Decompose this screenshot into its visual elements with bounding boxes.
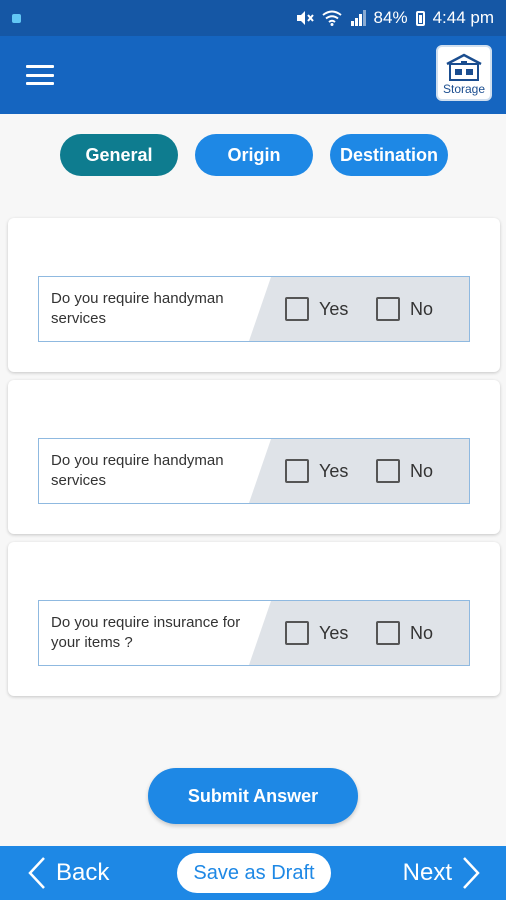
yes-checkbox[interactable] — [285, 459, 309, 483]
notification-icon — [12, 13, 21, 23]
yes-label: Yes — [319, 622, 349, 643]
answer-zone — [249, 439, 469, 503]
question-row: Do you require insurance for your items … — [38, 600, 470, 666]
storage-button[interactable]: Storage — [436, 45, 492, 101]
yes-option[interactable]: Yes — [285, 621, 348, 645]
mute-icon — [296, 11, 314, 25]
save-draft-button[interactable]: Save as Draft — [177, 853, 331, 893]
menu-icon[interactable] — [26, 65, 54, 85]
question-card: Do you require handyman services Yes No — [8, 218, 500, 372]
bottom-bar: Back Save as Draft Next — [0, 846, 506, 900]
answer-zone — [249, 601, 469, 665]
next-button[interactable]: Next — [403, 856, 480, 890]
storage-label: Storage — [442, 82, 486, 96]
chevron-right-icon — [463, 857, 480, 889]
yes-option[interactable]: Yes — [285, 459, 348, 483]
next-label: Next — [402, 859, 452, 886]
answer-zone — [249, 277, 469, 341]
tab-destination[interactable]: Destination — [330, 134, 448, 176]
question-row: Do you require handyman services Yes No — [38, 438, 470, 504]
question-card: Do you require handyman services Yes No — [8, 380, 500, 534]
no-option[interactable]: No — [376, 621, 433, 645]
question-text: Do you require handyman services — [51, 290, 224, 327]
question-row: Do you require handyman services Yes No — [38, 276, 470, 342]
submit-answer-button[interactable]: Submit Answer — [148, 768, 358, 824]
no-label: No — [410, 298, 434, 319]
yes-label: Yes — [319, 298, 349, 319]
tab-general[interactable]: General — [60, 134, 178, 176]
status-right: 84% 4:44 pm — [296, 8, 494, 28]
battery-icon — [415, 10, 425, 26]
no-checkbox[interactable] — [376, 621, 400, 645]
yes-option[interactable]: Yes — [285, 297, 348, 321]
battery-percent: 84% — [373, 8, 408, 27]
question-text: Do you require handyman services — [51, 452, 224, 489]
no-checkbox[interactable] — [376, 459, 400, 483]
no-option[interactable]: No — [376, 459, 433, 483]
question-text: Do you require insurance for your items … — [51, 614, 241, 651]
no-option[interactable]: No — [376, 297, 433, 321]
question-card: Do you require insurance for your items … — [8, 542, 500, 696]
clock: 4:44 pm — [432, 8, 494, 27]
status-bar: 84% 4:44 pm — [0, 0, 506, 36]
signal-icon — [350, 10, 366, 26]
tab-origin[interactable]: Origin — [195, 134, 313, 176]
app-bar: Storage — [0, 36, 506, 114]
chevron-left-icon — [28, 857, 45, 889]
yes-label: Yes — [319, 460, 349, 481]
status-left — [12, 13, 21, 23]
tab-bar: General Origin Destination — [0, 134, 506, 178]
yes-checkbox[interactable] — [285, 621, 309, 645]
no-label: No — [410, 460, 434, 481]
yes-checkbox[interactable] — [285, 297, 309, 321]
no-label: No — [410, 622, 434, 643]
back-label: Back — [56, 859, 110, 886]
back-button[interactable]: Back — [28, 856, 109, 890]
no-checkbox[interactable] — [376, 297, 400, 321]
wifi-icon — [321, 10, 342, 26]
storage-warehouse-icon — [446, 53, 482, 81]
